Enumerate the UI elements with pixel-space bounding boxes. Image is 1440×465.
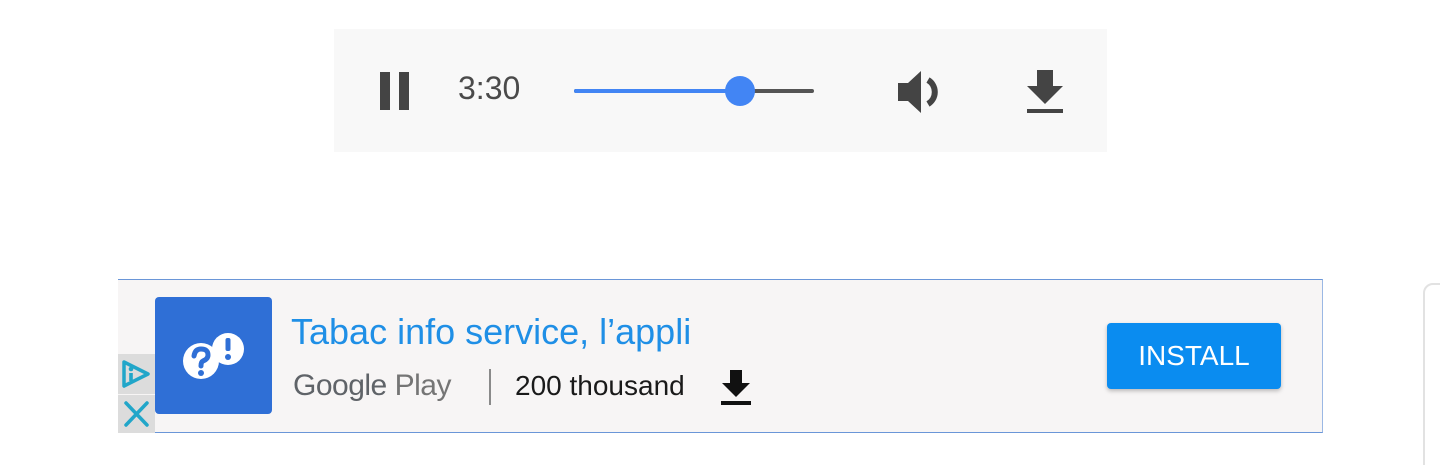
install-button[interactable]: INSTALL	[1107, 323, 1281, 389]
download-count-icon	[717, 368, 755, 408]
store-name-google: Google	[293, 369, 387, 402]
store-name-play: Play	[394, 369, 452, 402]
pause-button[interactable]	[372, 66, 422, 116]
adchoices-icon	[122, 360, 150, 388]
volume-button[interactable]	[895, 66, 951, 118]
download-icon	[1027, 70, 1063, 113]
store-name: Google Play	[293, 369, 451, 403]
download-icon	[721, 370, 751, 405]
download-button[interactable]	[1020, 66, 1070, 118]
seek-slider[interactable]	[574, 76, 814, 106]
current-time: 3:30	[458, 70, 521, 106]
seek-progress	[574, 89, 740, 93]
app-icon[interactable]	[155, 297, 272, 414]
download-count: 200 thousand	[515, 370, 685, 401]
divider	[489, 369, 491, 405]
ad-title[interactable]: Tabac info service, l’appli	[291, 311, 691, 353]
close-icon	[124, 401, 149, 427]
question-exclamation-icon	[183, 333, 244, 379]
ad-close-button[interactable]	[118, 395, 155, 433]
volume-icon	[898, 71, 938, 113]
adchoices-button[interactable]	[118, 354, 155, 394]
page: 3:30 Tabac info service, l’appli Google …	[0, 0, 1440, 465]
side-card	[1423, 283, 1440, 465]
seek-handle[interactable]	[724, 76, 755, 106]
pause-icon	[380, 72, 409, 110]
